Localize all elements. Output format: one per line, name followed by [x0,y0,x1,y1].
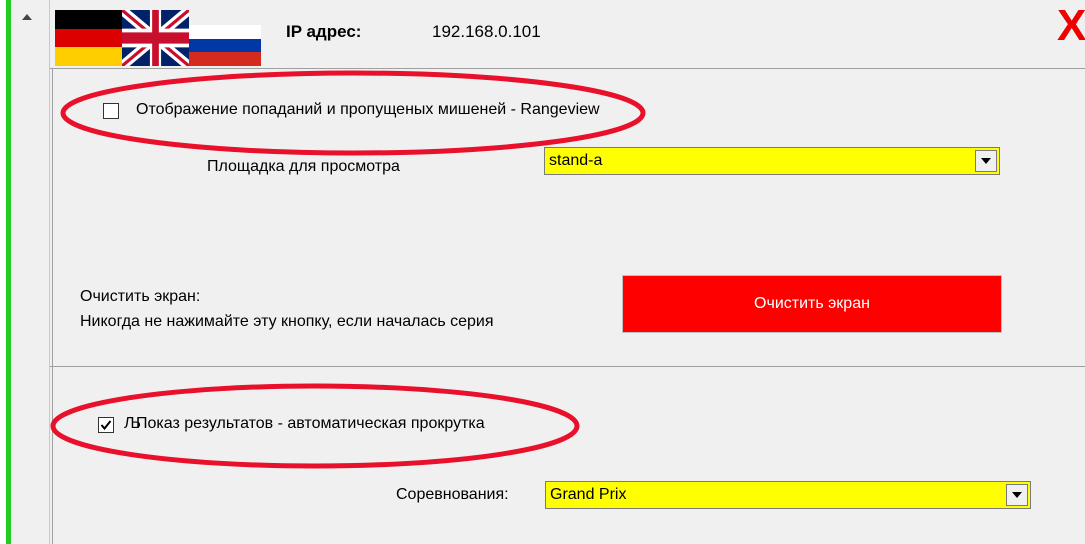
competition-dropdown[interactable]: Grand Prix [545,481,1031,509]
auto-scroll-checkbox[interactable] [98,417,114,433]
scrollbar-track[interactable] [11,0,50,544]
clear-screen-button[interactable]: Очистить экран [622,275,1002,333]
panel-left-border [52,68,53,544]
german-flag-icon[interactable] [55,10,122,66]
competition-dropdown-value: Grand Prix [550,486,627,503]
uk-flag-icon[interactable] [122,10,189,66]
scroll-up-arrow-icon[interactable] [22,14,32,20]
checkmark-icon [100,420,112,431]
russian-flag-icon[interactable] [189,25,261,66]
ip-address-label: IP адрес: [286,22,362,41]
chevron-down-icon[interactable] [975,150,997,172]
settings-panel [50,0,1085,544]
clear-screen-title: Очистить экран: [80,288,201,305]
section-divider [50,366,1085,367]
chevron-down-icon[interactable] [1006,484,1028,506]
header-divider [50,68,1085,69]
auto-scroll-label: Показ результатов - автоматическая прокр… [136,415,485,432]
stand-label: Площадка для просмотра [207,158,400,175]
rangeview-checkbox[interactable] [103,103,119,119]
close-icon[interactable]: X [1057,4,1085,48]
ip-address-value: 192.168.0.101 [432,22,541,41]
competition-label: Соревнования: [396,486,509,503]
stand-dropdown[interactable]: stand-a [544,147,1000,175]
clear-screen-warning: Никогда не нажимайте эту кнопку, если на… [80,313,494,330]
stand-dropdown-value: stand-a [549,152,603,169]
rangeview-checkbox-label: Отображение попаданий и пропущеных мишен… [136,101,600,118]
